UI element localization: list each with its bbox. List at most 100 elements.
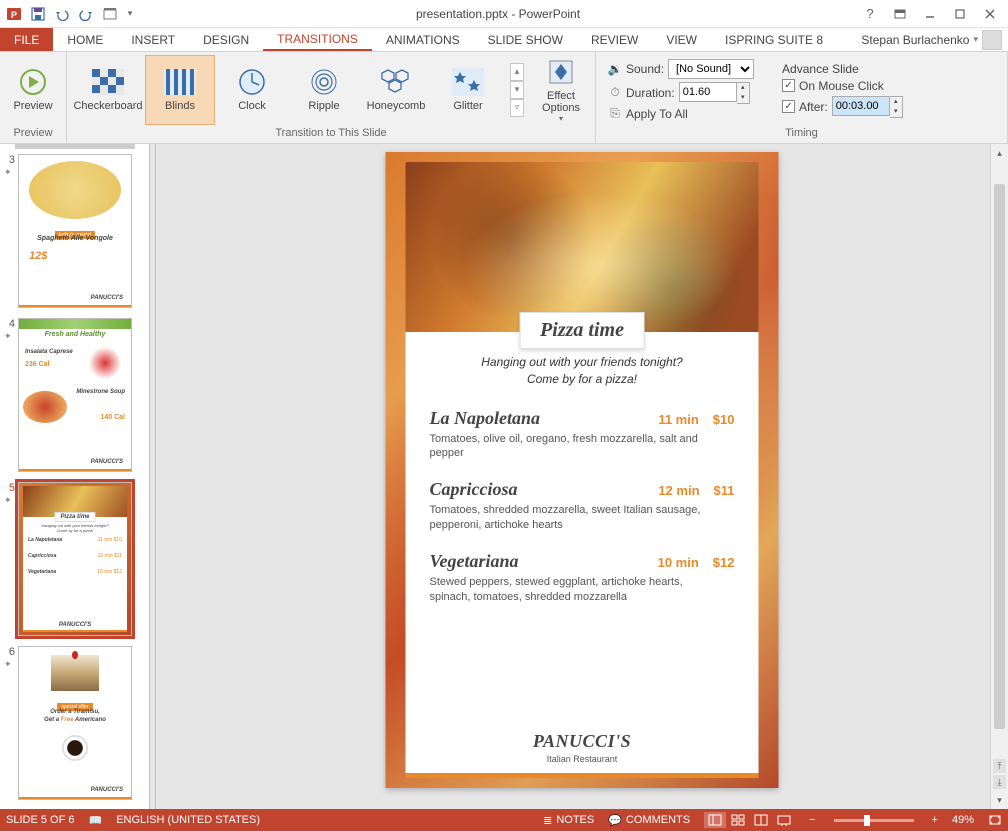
- thumb-6-number: 6: [4, 646, 18, 659]
- status-language[interactable]: ENGLISH (UNITED STATES): [116, 814, 260, 826]
- fit-to-window-button[interactable]: [988, 814, 1002, 826]
- tab-ispring[interactable]: ISPRING SUITE 8: [711, 28, 837, 51]
- thumb-4-transition-icon: ✦: [4, 331, 18, 342]
- transition-honeycomb[interactable]: Honeycomb: [361, 55, 431, 125]
- slideshow-view-button[interactable]: [773, 812, 795, 828]
- vertical-scrollbar[interactable]: ▴ ⤒ ⤓ ▾: [990, 144, 1008, 809]
- thumbnail-slide-4[interactable]: 4✦ Fresh and Healthy Insalata Caprese 23…: [4, 318, 143, 472]
- tab-insert[interactable]: INSERT: [117, 28, 189, 51]
- item-2-price: $11: [714, 483, 735, 498]
- powerpoint-icon: P: [4, 4, 24, 24]
- comments-button[interactable]: 💬COMMENTS: [608, 814, 690, 827]
- after-row[interactable]: ✓ After: ▴▾: [782, 96, 903, 118]
- reading-view-button[interactable]: [750, 812, 772, 828]
- thumbnail-slide-5[interactable]: 5✦ Pizza time Hanging out with your frie…: [4, 482, 143, 636]
- blinds-icon: [164, 66, 196, 98]
- on-click-checkbox[interactable]: ✓: [782, 79, 795, 92]
- honeycomb-label: Honeycomb: [367, 100, 426, 112]
- spellcheck-icon[interactable]: 📖: [88, 814, 102, 827]
- ribbon-display-icon[interactable]: [886, 4, 914, 24]
- qat-customize-icon[interactable]: ▾: [124, 4, 136, 24]
- duration-down[interactable]: ▾: [737, 93, 749, 103]
- gallery-prev[interactable]: ▴: [510, 63, 524, 81]
- tab-review[interactable]: REVIEW: [577, 28, 652, 51]
- on-mouse-click-row[interactable]: ✓ On Mouse Click: [782, 79, 903, 93]
- sound-select[interactable]: [No Sound]: [668, 59, 754, 79]
- scroll-up[interactable]: ▴: [991, 144, 1008, 162]
- window-title: presentation.pptx - PowerPoint: [140, 7, 856, 21]
- normal-view-button[interactable]: [704, 812, 726, 828]
- thumb-4-brand: PANUCCI'S: [91, 459, 123, 465]
- sorter-view-button[interactable]: [727, 812, 749, 828]
- tab-home[interactable]: HOME: [53, 28, 117, 51]
- group-transition-gallery: Checkerboard Blinds Clock Ripple Honeyco…: [67, 52, 596, 143]
- preview-button[interactable]: Preview: [6, 55, 60, 125]
- notes-icon: ≣: [543, 814, 552, 827]
- timing-group-label: Timing: [596, 127, 1007, 143]
- slide-thumbnail-panel: 3✦ today's special Spaghetti Alle Vongol…: [0, 144, 150, 809]
- save-icon[interactable]: [28, 4, 48, 24]
- honeycomb-icon: [380, 66, 412, 98]
- notes-button[interactable]: ≣NOTES: [543, 814, 594, 827]
- slide[interactable]: Pizza time Hanging out with your friends…: [386, 152, 779, 788]
- after-up[interactable]: ▴: [890, 97, 902, 107]
- minimize-icon[interactable]: [916, 4, 944, 24]
- item-2-time: 12 min: [658, 483, 699, 498]
- tab-slideshow[interactable]: SLIDE SHOW: [474, 28, 577, 51]
- tagline-1: Hanging out with your friends tonight?: [406, 354, 759, 371]
- tab-design[interactable]: DESIGN: [189, 28, 263, 51]
- after-checkbox[interactable]: ✓: [782, 100, 795, 113]
- thumb-scroll-up[interactable]: [15, 144, 135, 149]
- after-input[interactable]: [832, 96, 890, 116]
- next-slide-button[interactable]: ⤓: [993, 775, 1006, 789]
- start-from-beginning-icon[interactable]: [100, 4, 120, 24]
- transition-checkerboard[interactable]: Checkerboard: [73, 55, 143, 125]
- transition-blinds[interactable]: Blinds: [145, 55, 215, 125]
- thumb-3-number: 3: [4, 154, 18, 167]
- scroll-down[interactable]: ▾: [991, 791, 1008, 809]
- help-icon[interactable]: ?: [856, 4, 884, 24]
- gallery-more[interactable]: ▿: [510, 99, 524, 117]
- status-slide-count[interactable]: SLIDE 5 OF 6: [6, 814, 74, 826]
- redo-icon[interactable]: [76, 4, 96, 24]
- group-preview: Preview Preview: [0, 52, 67, 143]
- after-down[interactable]: ▾: [890, 107, 902, 117]
- zoom-slider[interactable]: [834, 819, 914, 822]
- zoom-out-button[interactable]: −: [809, 814, 815, 826]
- ripple-label: Ripple: [308, 100, 339, 112]
- tab-animations[interactable]: ANIMATIONS: [372, 28, 474, 51]
- user-area[interactable]: Stepan Burlachenko▾: [861, 28, 1008, 51]
- preview-icon: [17, 66, 49, 98]
- blinds-label: Blinds: [165, 100, 195, 112]
- effect-options-button[interactable]: Effect Options ▾: [533, 55, 589, 125]
- tab-transitions[interactable]: TRANSITIONS: [263, 28, 372, 51]
- duration-up[interactable]: ▴: [737, 83, 749, 93]
- svg-text:P: P: [11, 10, 17, 20]
- transition-ripple[interactable]: Ripple: [289, 55, 359, 125]
- prev-slide-button[interactable]: ⤒: [993, 759, 1006, 773]
- gallery-next[interactable]: ▾: [510, 81, 524, 99]
- zoom-in-button[interactable]: +: [932, 814, 938, 826]
- checkerboard-icon: [92, 66, 124, 98]
- tab-file[interactable]: FILE: [0, 28, 53, 51]
- close-icon[interactable]: [976, 4, 1004, 24]
- apply-all-label: Apply To All: [626, 107, 688, 121]
- tab-view[interactable]: VIEW: [652, 28, 711, 51]
- thumb-4-cal-a: 236 Cal: [25, 361, 50, 368]
- zoom-level[interactable]: 49%: [952, 814, 974, 826]
- window-controls: ?: [856, 4, 1008, 24]
- duration-input[interactable]: [679, 82, 737, 102]
- maximize-icon[interactable]: [946, 4, 974, 24]
- undo-icon[interactable]: [52, 4, 72, 24]
- scroll-thumb[interactable]: [994, 184, 1005, 729]
- menu-tagline: Hanging out with your friends tonight? C…: [406, 354, 759, 388]
- thumbnail-slide-6[interactable]: 6✦ special offer Order a Tiramisu, Get a…: [4, 646, 143, 800]
- transition-clock[interactable]: Clock: [217, 55, 287, 125]
- menu-card: Pizza time Hanging out with your friends…: [406, 332, 759, 778]
- zoom-handle[interactable]: [864, 815, 870, 826]
- thumb-4-item-a: Insalata Caprese: [25, 349, 73, 355]
- item-1-name: La Napoletana: [430, 408, 659, 429]
- apply-to-all-button[interactable]: ⎘ Apply To All: [608, 107, 754, 121]
- thumbnail-slide-3[interactable]: 3✦ today's special Spaghetti Alle Vongol…: [4, 154, 143, 308]
- transition-glitter[interactable]: Glitter: [433, 55, 503, 125]
